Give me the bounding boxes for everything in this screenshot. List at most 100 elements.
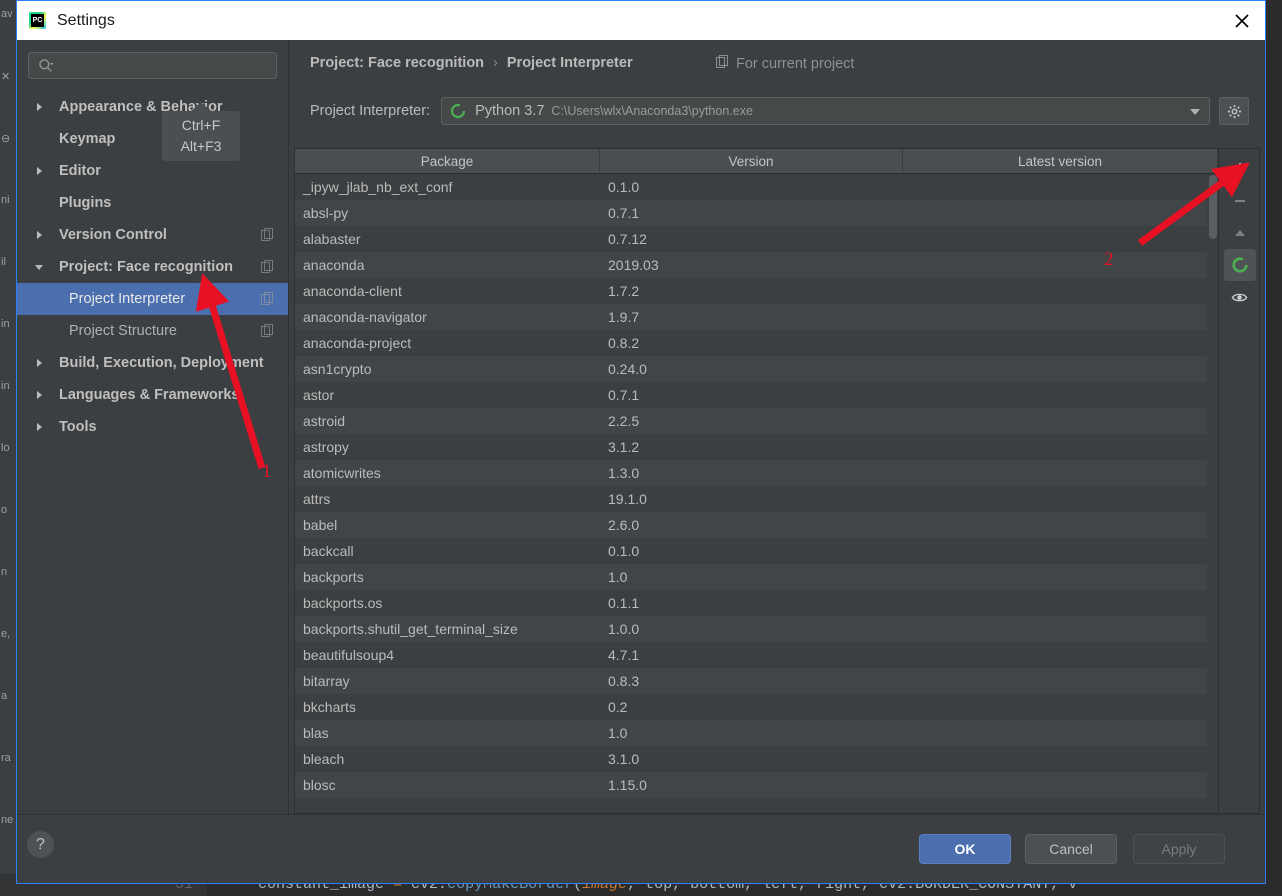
cell-package: anaconda-client (303, 283, 402, 299)
interpreter-path: C:\Users\wlx\Anaconda3\python.exe (551, 104, 753, 118)
pycharm-logo-icon (29, 12, 46, 29)
close-icon[interactable] (1219, 1, 1265, 40)
sidebar-item-version-control[interactable]: Version Control (17, 219, 288, 251)
interpreter-dropdown[interactable]: Python 3.7 C:\Users\wlx\Anaconda3\python… (441, 97, 1210, 125)
cancel-button[interactable]: Cancel (1025, 834, 1117, 864)
table-row[interactable]: bkcharts 0.2 (295, 694, 1218, 720)
tooltip-line-2: Alt+F3 (180, 138, 222, 154)
sidebar-item-label: Tools (59, 419, 97, 435)
chevron-right-icon[interactable] (31, 358, 47, 368)
sidebar-item-tools[interactable]: Tools (17, 411, 288, 443)
sidebar-item-project-structure[interactable]: Project Structure (17, 315, 288, 347)
scope-label: For current project (736, 55, 855, 72)
sidebar-item-build-execution-deployment[interactable]: Build, Execution, Deployment (17, 347, 288, 379)
table-row[interactable]: bitarray 0.8.3 (295, 668, 1218, 694)
chevron-right-icon[interactable] (31, 230, 47, 240)
table-row[interactable]: astropy 3.1.2 (295, 434, 1218, 460)
conda-env-button[interactable] (1223, 249, 1256, 281)
search-input[interactable] (54, 58, 276, 73)
sidebar-item-appearance-behavior[interactable]: Appearance & Behavior (17, 91, 288, 123)
table-row[interactable]: absl-py 0.7.1 (295, 200, 1218, 226)
cell-package: anaconda-navigator (303, 309, 427, 325)
chevron-down-icon[interactable] (31, 262, 47, 272)
help-button[interactable]: ? (27, 831, 54, 858)
column-header-version[interactable]: Version (600, 149, 903, 173)
dialog-footer: ? OK Cancel Apply (17, 814, 1265, 883)
chevron-right-icon[interactable] (31, 422, 47, 432)
table-row[interactable]: bleach 3.1.0 (295, 746, 1218, 772)
gear-icon[interactable] (1219, 97, 1249, 125)
chevron-right-icon[interactable] (31, 390, 47, 400)
table-row[interactable]: anaconda-navigator 1.9.7 (295, 304, 1218, 330)
ide-strip-char: il (1, 256, 6, 268)
show-early-releases-button[interactable] (1224, 281, 1256, 313)
table-scrollbar[interactable] (1207, 175, 1218, 812)
chevron-right-icon[interactable] (31, 102, 47, 112)
sidebar-item-label: Plugins (59, 195, 112, 211)
table-row[interactable]: anaconda 2019.03 (295, 252, 1218, 278)
column-header-latest-version[interactable]: Latest version (903, 149, 1218, 173)
table-row[interactable]: blosc 1.15.0 (295, 772, 1218, 798)
table-row[interactable]: atomicwrites 1.3.0 (295, 460, 1218, 486)
screen: av ✕ ⊖ ni il in in lo o n e, a ra ne 31 constant_imag… (0, 0, 1282, 896)
sidebar-item-languages-frameworks[interactable]: Languages & Frameworks (17, 379, 288, 411)
sidebar-item-label: Build, Execution, Deployment (59, 355, 264, 371)
breadcrumb: Project: Face recognition › Project Inte… (310, 55, 633, 71)
sidebar-item-keymap[interactable]: Keymap (17, 123, 288, 155)
cell-version: 0.7.12 (608, 231, 647, 247)
breadcrumb-separator: › (493, 55, 498, 71)
cell-package: backports (303, 569, 364, 585)
table-row[interactable]: beautifulsoup4 4.7.1 (295, 642, 1218, 668)
search-box[interactable] (28, 52, 277, 79)
breadcrumb-parent[interactable]: Project: Face recognition (310, 55, 484, 71)
cell-package: anaconda-project (303, 335, 412, 351)
table-row[interactable]: blas 1.0 (295, 720, 1218, 746)
ok-button[interactable]: OK (919, 834, 1011, 864)
apply-button[interactable]: Apply (1133, 834, 1225, 864)
cell-package: atomicwrites (303, 465, 381, 481)
table-row[interactable]: backports 1.0 (295, 564, 1218, 590)
install-package-button[interactable] (1224, 153, 1256, 185)
table-row[interactable]: astor 0.7.1 (295, 382, 1218, 408)
table-row[interactable]: _ipyw_jlab_nb_ext_conf 0.1.0 (295, 174, 1218, 200)
breadcrumb-current: Project Interpreter (506, 55, 633, 71)
cell-version: 4.7.1 (608, 647, 640, 663)
ide-strip-char: ✕ (1, 71, 11, 83)
ide-strip-char: ne (1, 814, 14, 826)
sidebar-item-project-interpreter[interactable]: Project Interpreter (17, 283, 288, 315)
upgrade-package-button[interactable] (1224, 217, 1256, 249)
cell-version: 0.1.0 (608, 543, 640, 559)
sidebar-item-plugins[interactable]: Plugins (17, 187, 288, 219)
interpreter-label: Project Interpreter: (310, 103, 431, 119)
scope-indicator: For current project (716, 55, 854, 72)
cell-package: attrs (303, 491, 331, 507)
table-row[interactable]: astroid 2.2.5 (295, 408, 1218, 434)
sidebar-item-editor[interactable]: Editor (17, 155, 288, 187)
cell-version: 0.8.3 (608, 673, 640, 689)
table-row[interactable]: attrs 19.1.0 (295, 486, 1218, 512)
table-row[interactable]: anaconda-client 1.7.2 (295, 278, 1218, 304)
interpreter-name: Python 3.7 (475, 103, 545, 119)
cell-version: 2019.03 (608, 257, 659, 273)
table-row[interactable]: backports.os 0.1.1 (295, 590, 1218, 616)
column-header-package[interactable]: Package (295, 149, 600, 173)
copy-scope-icon (716, 55, 729, 72)
sidebar-item-project-face-recognition[interactable]: Project: Face recognition (17, 251, 288, 283)
uninstall-package-button[interactable] (1224, 185, 1256, 217)
cell-version: 1.0 (608, 569, 628, 585)
table-row[interactable]: babel 2.6.0 (295, 512, 1218, 538)
scrollbar-thumb[interactable] (1209, 175, 1217, 239)
cell-version: 1.7.2 (608, 283, 640, 299)
table-row[interactable]: anaconda-project 0.8.2 (295, 330, 1218, 356)
table-row[interactable]: asn1crypto 0.24.0 (295, 356, 1218, 382)
cell-version: 0.24.0 (608, 361, 647, 377)
cell-version: 1.9.7 (608, 309, 640, 325)
chevron-right-icon[interactable] (31, 166, 47, 176)
chevron-down-icon[interactable] (1190, 109, 1200, 115)
settings-tree: Appearance & Behavior Keymap Editor Plugins… (17, 91, 288, 443)
table-row[interactable]: alabaster 0.7.12 (295, 226, 1218, 252)
table-row[interactable]: backports.shutil_get_terminal_size 1.0.0 (295, 616, 1218, 642)
cell-package: astroid (303, 413, 346, 429)
cell-version: 19.1.0 (608, 491, 647, 507)
table-row[interactable]: backcall 0.1.0 (295, 538, 1218, 564)
